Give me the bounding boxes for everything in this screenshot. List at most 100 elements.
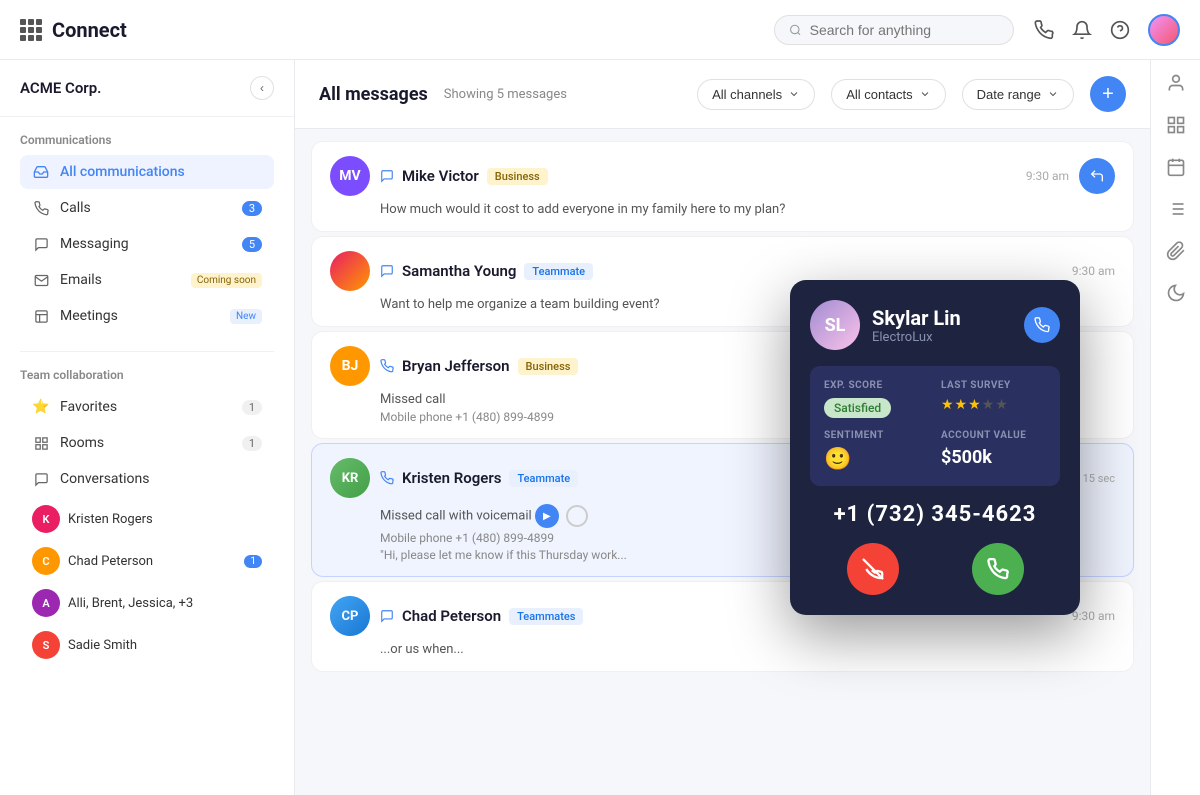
account-value-block: ACCOUNT VALUE $500k <box>941 430 1046 472</box>
org-name: ACME Corp. <box>20 79 101 97</box>
sidebar-item-emails[interactable]: Emails Coming soon <box>20 263 274 297</box>
play-button[interactable]: ▶ <box>535 504 559 528</box>
msg-name-row-mike: Mike Victor Business <box>380 167 1016 185</box>
meetings-label: Meetings <box>60 308 220 324</box>
msg-tag-bryan: Business <box>518 358 579 375</box>
right-clip-icon[interactable] <box>1165 240 1187 262</box>
account-value: $500k <box>941 447 992 468</box>
sidebar-item-meetings[interactable]: Meetings New <box>20 299 274 333</box>
call-accept-button[interactable] <box>972 543 1024 595</box>
header: Connect <box>0 0 1200 60</box>
sidebar-item-favorites[interactable]: ⭐ Favorites 1 <box>20 390 274 424</box>
help-icon[interactable] <box>1110 20 1130 40</box>
messaging-label: Messaging <box>60 236 232 252</box>
rooms-icon <box>32 434 50 452</box>
sidebar-item-rooms[interactable]: Rooms 1 <box>20 426 274 460</box>
team-collab-label: Team collaboration <box>20 368 274 382</box>
favorites-badge: 1 <box>242 400 262 415</box>
logo: Connect <box>20 18 127 42</box>
msg-body-chad: ...or us when... <box>380 642 1115 657</box>
divider <box>20 351 274 352</box>
msg-tag-chad: Teammates <box>509 608 583 625</box>
exp-score-label: EXP. SCORE <box>824 380 929 391</box>
sidebar-header: ACME Corp. ‹ <box>0 60 294 117</box>
exp-score-value: Satisfied <box>824 398 891 418</box>
sidebar-item-conversations[interactable]: Conversations <box>20 462 274 496</box>
messages-title: All messages <box>319 84 428 105</box>
last-survey-label: LAST SURVEY <box>941 380 1046 391</box>
conv-name-chad: Chad Peterson <box>68 554 236 569</box>
popup-user: SL Skylar Lin ElectroLux <box>810 300 1060 350</box>
account-value-label: ACCOUNT VALUE <box>941 430 1046 441</box>
header-icons <box>1034 14 1180 46</box>
calls-badge: 3 <box>242 201 262 216</box>
avatar-sadie: S <box>32 631 60 659</box>
communications-label: Communications <box>20 133 274 147</box>
avatar-group: A <box>32 589 60 617</box>
add-button[interactable]: + <box>1090 76 1126 112</box>
conv-item-chad[interactable]: C Chad Peterson 1 <box>20 540 274 582</box>
avatar-samantha <box>330 251 370 291</box>
avatar-kristen: K <box>32 505 60 533</box>
sidebar-item-all-communications[interactable]: All communications <box>20 155 274 189</box>
right-contact-icon[interactable] <box>1165 72 1187 94</box>
popup-name: Skylar Lin <box>872 306 961 330</box>
record-button[interactable] <box>566 505 588 527</box>
favorites-label: Favorites <box>60 399 232 415</box>
collapse-button[interactable]: ‹ <box>250 76 274 100</box>
sentiment-label: SENTIMENT <box>824 430 929 441</box>
rooms-label: Rooms <box>60 435 232 451</box>
search-bar[interactable] <box>774 15 1014 45</box>
avatar-mike: MV <box>330 156 370 196</box>
emails-label: Emails <box>60 272 181 288</box>
meetings-icon <box>32 307 50 325</box>
star-icon: ⭐ <box>32 398 50 416</box>
phone-number: +1 (732) 345-4623 <box>810 502 1060 527</box>
right-calendar-icon[interactable] <box>1165 156 1187 178</box>
rooms-badge: 1 <box>242 436 262 451</box>
sidebar-item-calls[interactable]: Calls 3 <box>20 191 274 225</box>
conv-name-group: Alli, Brent, Jessica, +3 <box>68 596 262 611</box>
conv-item-group[interactable]: A Alli, Brent, Jessica, +3 <box>20 582 274 624</box>
right-sidebar <box>1150 60 1200 795</box>
sidebar-item-messaging[interactable]: Messaging 5 <box>20 227 274 261</box>
avatar-chad: C <box>32 547 60 575</box>
avatar-kristen-msg: KR <box>330 458 370 498</box>
phone-icon[interactable] <box>1034 20 1054 40</box>
content-area: All messages Showing 5 messages All chan… <box>295 60 1150 795</box>
sidebar: ACME Corp. ‹ Communications All communic… <box>0 60 295 795</box>
new-badge: New <box>230 309 262 324</box>
conv-item-sadie[interactable]: S Sadie Smith <box>20 624 274 666</box>
all-communications-label: All communications <box>60 164 262 180</box>
call-end-button[interactable] <box>847 543 899 595</box>
all-contacts-filter[interactable]: All contacts <box>831 79 945 110</box>
main-layout: ACME Corp. ‹ Communications All communic… <box>0 60 1200 795</box>
avatar-chad-msg: CP <box>330 596 370 636</box>
phone-icon-bryan <box>380 359 394 373</box>
msg-tag-mike: Business <box>487 168 548 185</box>
bell-icon[interactable] <box>1072 20 1092 40</box>
conv-name-kristen: Kristen Rogers <box>68 512 262 527</box>
conv-item-kristen[interactable]: K Kristen Rogers <box>20 498 274 540</box>
messaging-icon <box>32 235 50 253</box>
conversations-icon <box>32 470 50 488</box>
date-range-filter[interactable]: Date range <box>962 79 1074 110</box>
msg-name-samantha: Samantha Young <box>402 262 516 280</box>
msg-time-samantha: 9:30 am <box>1072 264 1115 278</box>
right-moon-icon[interactable] <box>1165 282 1187 304</box>
message-card-mike[interactable]: MV Mike Victor Business 9:30 am How much… <box>311 141 1134 232</box>
all-channels-filter[interactable]: All channels <box>697 79 815 110</box>
grid-icon <box>20 19 42 41</box>
messages-header: All messages Showing 5 messages All chan… <box>295 60 1150 129</box>
search-input[interactable] <box>810 22 999 38</box>
call-small-button[interactable] <box>1024 307 1060 343</box>
coming-soon-badge: Coming soon <box>191 273 262 288</box>
msg-tag-kristen: Teammate <box>509 470 578 487</box>
user-avatar[interactable] <box>1148 14 1180 46</box>
right-grid-icon[interactable] <box>1165 114 1187 136</box>
reply-button-mike[interactable] <box>1079 158 1115 194</box>
star-rating: ★★★★★ <box>941 397 1046 413</box>
right-list-icon[interactable] <box>1165 198 1187 220</box>
msg-time-chad: 9:30 am <box>1072 609 1115 623</box>
msg-name-chad: Chad Peterson <box>402 607 501 625</box>
